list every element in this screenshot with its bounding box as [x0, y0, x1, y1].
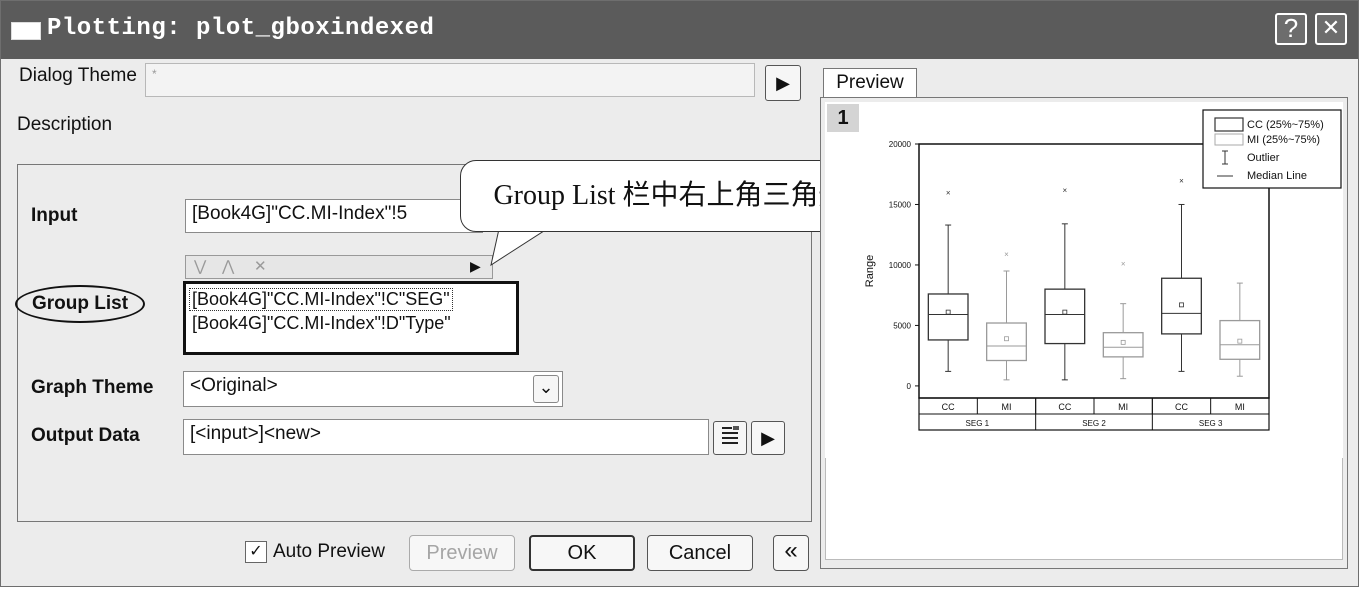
group-label: SEG 2	[1082, 419, 1106, 428]
graph-theme-select[interactable]: <Original>	[183, 371, 563, 407]
category-label: MI	[1235, 402, 1245, 412]
category-label: CC	[942, 402, 955, 412]
group-list-menu-arrow-icon[interactable]: ▶	[470, 258, 481, 275]
group-label: SEG 1	[966, 419, 990, 428]
annotation-callout: Group List 栏中右上角三角形	[460, 160, 880, 232]
group-list-toolbar: ⋁ ⋀ ✕ ▶	[185, 255, 493, 279]
legend-swatch-mi	[1214, 133, 1244, 146]
remove-icon[interactable]: ✕	[254, 257, 267, 275]
preview-button[interactable]: Preview	[409, 535, 515, 571]
close-button[interactable]: ✕	[1315, 13, 1347, 45]
graph-theme-label: Graph Theme	[31, 377, 154, 398]
y-tick-label: 10000	[889, 261, 912, 270]
input-field[interactable]: [Book4G]"CC.MI-Index"!5	[185, 199, 483, 233]
outlier-marker: ×	[1121, 260, 1126, 269]
category-label: CC	[1058, 402, 1071, 412]
preview-panel: 1 20000 15000 10000 5000 0 Range CC MI CC MI CC MI S…	[820, 97, 1348, 569]
legend-label: Outlier	[1247, 152, 1280, 164]
title-bar[interactable]: Plotting: plot_gboxindexed ? ✕	[1, 1, 1358, 59]
outlier-marker: ×	[1062, 186, 1067, 195]
y-tick-label: 20000	[889, 140, 912, 149]
outlier-marker: ×	[1004, 250, 1009, 259]
tab-preview[interactable]: Preview	[823, 68, 917, 98]
dialog-body: Dialog Theme * ▶ Description Input [Book…	[5, 59, 1356, 584]
move-down-icon[interactable]: ⋁	[194, 257, 206, 275]
help-button[interactable]: ?	[1275, 13, 1307, 45]
window-title: Plotting: plot_gboxindexed	[47, 15, 435, 42]
outlier-marker: ×	[946, 188, 951, 197]
group-list-label: Group List	[15, 285, 145, 323]
collapse-button[interactable]: «	[773, 535, 809, 571]
group-list-item[interactable]: [Book4G]"CC.MI-Index"!D"Type"	[192, 313, 451, 334]
play-arrow-icon: ▶	[776, 73, 790, 93]
category-label: MI	[1002, 402, 1012, 412]
auto-preview-checkbox[interactable]: ✓	[245, 541, 267, 563]
double-chevron-left-icon: «	[784, 537, 798, 564]
dialog-theme-field[interactable]: *	[145, 63, 755, 97]
box	[1161, 277, 1202, 335]
callout-pointer	[490, 229, 548, 267]
legend-swatch-cc	[1214, 117, 1244, 132]
box-chart: 20000 15000 10000 5000 0 Range CC MI CC MI CC MI SEG…	[864, 109, 1342, 431]
chevron-down-icon: ⌄	[538, 377, 554, 397]
window-icon	[11, 22, 41, 40]
group-list-box[interactable]: [Book4G]"CC.MI-Index"!C"SEG" [Book4G]"CC…	[183, 281, 519, 355]
output-data-label: Output Data	[31, 425, 140, 446]
description-label: Description	[17, 114, 113, 135]
browse-icon	[722, 426, 739, 444]
checkmark-icon: ✓	[249, 543, 263, 560]
dialog-theme-arrow-button[interactable]: ▶	[765, 65, 801, 101]
legend-label: CC (25%~75%)	[1247, 119, 1324, 131]
outlier-marker: ×	[1179, 176, 1184, 185]
legend-label: Median Line	[1247, 170, 1307, 182]
box	[927, 293, 969, 341]
graph-theme-dropdown-button[interactable]: ⌄	[533, 375, 559, 403]
category-label: CC	[1175, 402, 1188, 412]
cancel-button[interactable]: Cancel	[647, 535, 753, 571]
play-arrow-icon: ▶	[761, 428, 775, 448]
group-label: SEG 3	[1199, 419, 1223, 428]
output-browse-button[interactable]	[713, 421, 747, 455]
group-list-item[interactable]: [Book4G]"CC.MI-Index"!C"SEG"	[189, 288, 453, 311]
ok-button[interactable]: OK	[529, 535, 635, 571]
box	[1102, 332, 1144, 358]
box	[986, 322, 1027, 362]
y-tick-label: 5000	[893, 321, 911, 330]
category-label: MI	[1118, 402, 1128, 412]
graph-theme-value: <Original>	[190, 375, 278, 396]
legend-label: MI (25%~75%)	[1247, 134, 1320, 146]
y-axis-label: Range	[864, 255, 876, 287]
box	[1044, 288, 1086, 345]
output-data-arrow-button[interactable]: ▶	[751, 421, 785, 455]
dialog-theme-label: Dialog Theme	[19, 65, 137, 86]
move-up-icon[interactable]: ⋀	[222, 257, 234, 275]
box	[1219, 319, 1261, 360]
y-tick-label: 0	[907, 382, 912, 391]
y-tick-label: 15000	[889, 200, 912, 209]
input-label: Input	[31, 205, 78, 226]
output-data-field[interactable]: [<input>]<new>	[183, 419, 709, 455]
plotting-dialog: Plotting: plot_gboxindexed ? ✕ Dialog Th…	[0, 0, 1359, 587]
auto-preview-label: Auto Preview	[273, 541, 385, 562]
